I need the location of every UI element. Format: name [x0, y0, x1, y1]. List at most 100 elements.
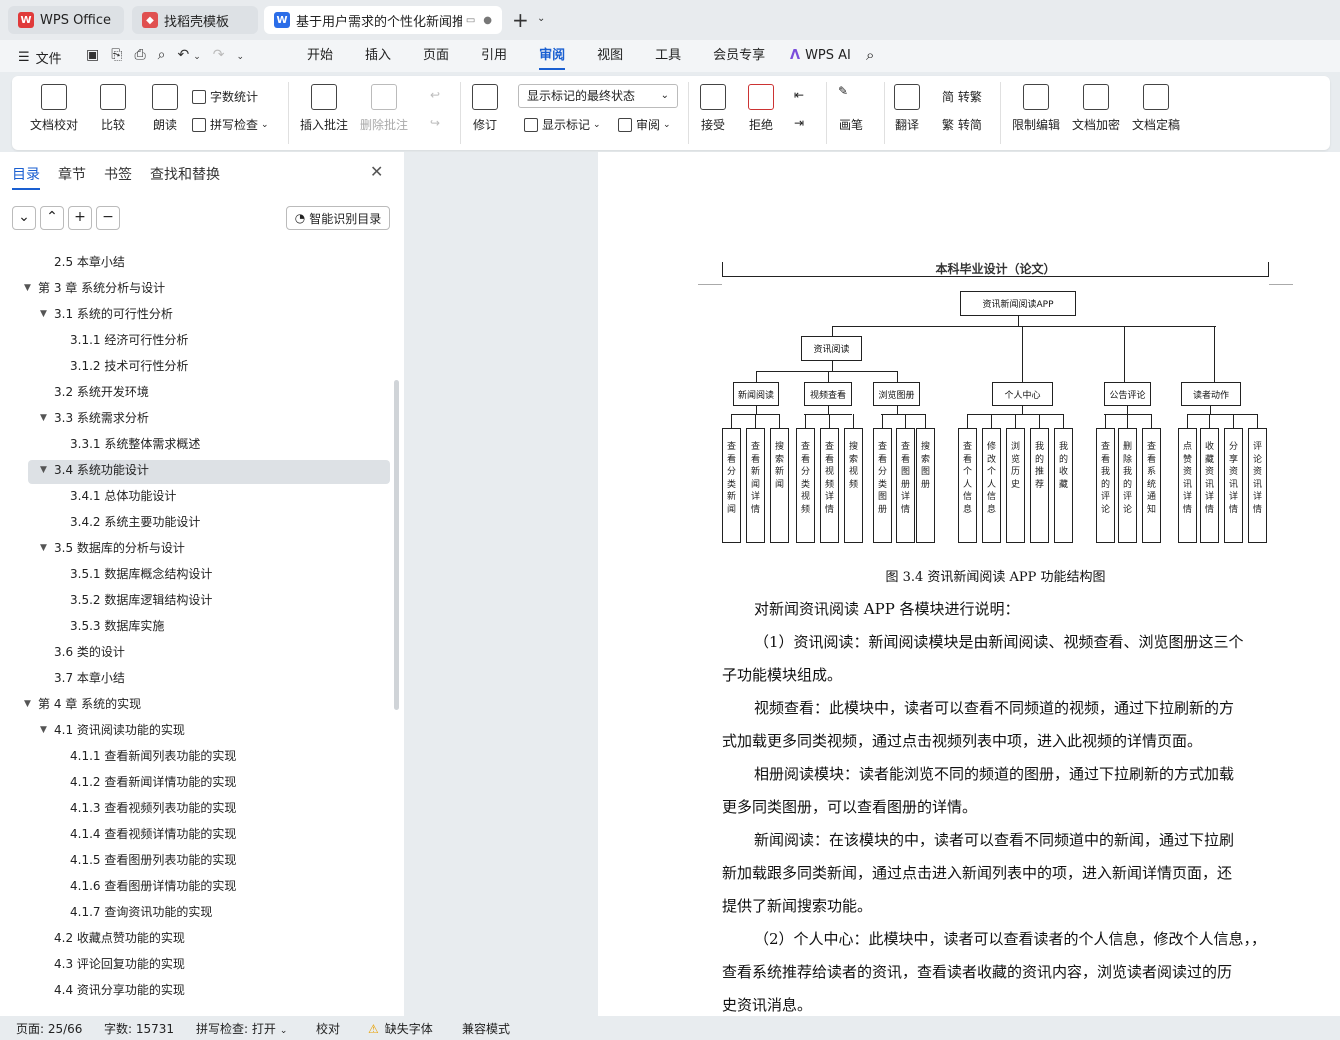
search-icon[interactable]: ⌕: [866, 46, 874, 64]
close-icon[interactable]: ✕: [370, 162, 383, 181]
read-aloud-button[interactable]: 朗读: [152, 84, 178, 133]
toc-item[interactable]: 4.1.5 查看图册列表功能的实现: [70, 848, 236, 872]
accept-button[interactable]: 接受: [700, 84, 726, 133]
export-icon[interactable]: ⎘: [111, 47, 122, 67]
toc-item[interactable]: 3.1 系统的可行性分析: [54, 302, 173, 326]
toc-item[interactable]: 3.5 数据库的分析与设计: [54, 536, 185, 560]
compare-button[interactable]: 比较: [100, 84, 126, 133]
smart-toc-button[interactable]: ◔ 智能识别目录: [286, 206, 390, 230]
tab-toc[interactable]: 目录: [12, 164, 40, 190]
toc-item[interactable]: 4.1.2 查看新闻详情功能的实现: [70, 770, 236, 794]
monitor-icon[interactable]: ▭: [466, 15, 475, 26]
finalize-document-button[interactable]: 文档定稿: [1132, 84, 1180, 133]
tab-bookmarks[interactable]: 书签: [104, 164, 132, 184]
remove-heading-button[interactable]: −: [96, 206, 120, 230]
toc-item[interactable]: 3.7 本章小结: [54, 666, 125, 690]
menu-home[interactable]: 开始: [307, 40, 333, 72]
toc-item[interactable]: 3.2 系统开发环境: [54, 380, 149, 404]
toc-item[interactable]: 3.4.1 总体功能设计: [70, 484, 176, 508]
ink-button[interactable]: ✎ 画笔: [838, 84, 864, 133]
toc-item[interactable]: 4.1 资讯阅读功能的实现: [54, 718, 185, 742]
toc-item[interactable]: 第 3 章 系统分析与设计: [38, 276, 165, 300]
file-menu[interactable]: ☰ 文件: [18, 48, 62, 67]
to-traditional-button[interactable]: 简 转繁: [942, 88, 982, 105]
spell-check-button[interactable]: 拼写检查 ⌄: [192, 116, 269, 133]
next-change-icon[interactable]: ⇥: [794, 116, 804, 130]
toc-item[interactable]: 3.6 类的设计: [54, 640, 125, 664]
reject-button[interactable]: 拒绝: [748, 84, 774, 133]
tab-current-document[interactable]: W 基于用户需求的个性化新闻推荐 ▭ ●: [264, 6, 502, 34]
toc-item[interactable]: 3.1.2 技术可行性分析: [70, 354, 188, 378]
toc-collapse-arrow-icon[interactable]: ▼: [40, 406, 47, 430]
previous-comment-icon[interactable]: ↩: [430, 88, 440, 102]
toc-scrollbar[interactable]: [394, 380, 399, 710]
toc-collapse-arrow-icon[interactable]: ▼: [40, 718, 47, 742]
toc-collapse-arrow-icon[interactable]: ▼: [24, 276, 31, 300]
tab-list-chevron-icon[interactable]: ⌄: [537, 13, 545, 24]
translate-button[interactable]: 翻译: [894, 84, 920, 133]
toc-item[interactable]: 4.1.3 查看视频列表功能的实现: [70, 796, 236, 820]
undo-dropdown-icon[interactable]: ⌄: [193, 47, 201, 67]
toc-collapse-arrow-icon[interactable]: ▼: [24, 692, 31, 716]
toc-item[interactable]: 3.4.2 系统主要功能设计: [70, 510, 200, 534]
toc-item[interactable]: 3.3.1 系统整体需求概述: [70, 432, 200, 456]
unsaved-dot-icon[interactable]: ●: [483, 15, 492, 26]
tab-chapters[interactable]: 章节: [58, 164, 86, 184]
menu-page[interactable]: 页面: [423, 40, 449, 72]
toc-item[interactable]: 3.3 系统需求分析: [54, 406, 149, 430]
toc-collapse-arrow-icon[interactable]: ▼: [40, 536, 47, 560]
next-comment-icon[interactable]: ↪: [430, 116, 440, 130]
toc-item[interactable]: 4.4 资讯分享功能的实现: [54, 978, 185, 1002]
toc-item[interactable]: 4.2 收藏点赞功能的实现: [54, 926, 185, 950]
previous-change-icon[interactable]: ⇤: [794, 88, 804, 102]
to-simplified-button[interactable]: 繁 转简: [942, 116, 982, 133]
track-changes-button[interactable]: 修订: [472, 84, 498, 133]
redo-icon[interactable]: ↷: [213, 47, 225, 67]
toc-collapse-arrow-icon[interactable]: ▼: [40, 458, 47, 482]
more-dropdown-icon[interactable]: ⌄: [237, 47, 245, 67]
toc-item[interactable]: 2.5 本章小结: [54, 250, 125, 274]
toc-item[interactable]: 4.1.1 查看新闻列表功能的实现: [70, 744, 236, 768]
restrict-editing-button[interactable]: 限制编辑: [1012, 84, 1060, 133]
show-markup-button[interactable]: 显示标记 ⌄: [524, 116, 601, 133]
new-tab-plus-icon[interactable]: +: [512, 8, 529, 32]
menu-member[interactable]: 会员专享: [713, 40, 765, 72]
tab-wps-office[interactable]: W WPS Office: [8, 6, 124, 34]
menu-view[interactable]: 视图: [597, 40, 623, 72]
undo-icon[interactable]: ↶: [177, 47, 189, 67]
insert-comment-button[interactable]: 插入批注: [300, 84, 348, 133]
missing-font-indicator[interactable]: ⚠ 缺失字体: [368, 1020, 433, 1037]
word-count-button[interactable]: 字数统计: [192, 88, 258, 105]
review-pane-button[interactable]: 审阅 ⌄: [618, 116, 671, 133]
markup-state-select[interactable]: 显示标记的最终状态 ⌄: [518, 84, 678, 108]
tab-find-replace[interactable]: 查找和替换: [150, 164, 220, 184]
tab-docer-templates[interactable]: ◆ 找稻壳模板: [132, 6, 258, 34]
save-icon[interactable]: ▣: [86, 47, 99, 67]
toc-item[interactable]: 3.5.2 数据库逻辑结构设计: [70, 588, 212, 612]
print-icon[interactable]: ⎙: [134, 47, 145, 67]
toc-item[interactable]: 4.1.7 查询资讯功能的实现: [70, 900, 212, 924]
add-heading-button[interactable]: +: [68, 206, 92, 230]
print-preview-icon[interactable]: ⌕: [158, 47, 166, 67]
toc-item[interactable]: 4.3 评论回复功能的实现: [54, 952, 185, 976]
toc-item[interactable]: 3.1.1 经济可行性分析: [70, 328, 188, 352]
spell-check-indicator[interactable]: 拼写检查: 打开 ⌄: [196, 1020, 287, 1037]
toc-item[interactable]: 3.5.3 数据库实施: [70, 614, 164, 638]
collapse-up-button[interactable]: ⌃: [40, 206, 64, 230]
wps-ai-button[interactable]: ᐱ WPS AI: [790, 48, 851, 63]
page-indicator[interactable]: 页面: 25/66: [16, 1020, 82, 1037]
encrypt-document-button[interactable]: 文档加密: [1072, 84, 1120, 133]
expand-down-button[interactable]: ⌄: [12, 206, 36, 230]
toc-item[interactable]: 第 4 章 系统的实现: [38, 692, 141, 716]
proofread-indicator[interactable]: 校对: [316, 1020, 340, 1037]
menu-references[interactable]: 引用: [481, 40, 507, 72]
proofread-button[interactable]: 文档校对: [30, 84, 78, 133]
toc-item[interactable]: 3.4 系统功能设计: [54, 458, 149, 482]
toc-item[interactable]: 4.1.6 查看图册详情功能的实现: [70, 874, 236, 898]
word-count-indicator[interactable]: 字数: 15731: [104, 1020, 174, 1037]
toc-item[interactable]: 4.1.4 查看视频详情功能的实现: [70, 822, 236, 846]
menu-tools[interactable]: 工具: [655, 40, 681, 72]
delete-comment-button[interactable]: 删除批注: [360, 84, 408, 133]
toc-item[interactable]: 3.5.1 数据库概念结构设计: [70, 562, 212, 586]
menu-review[interactable]: 审阅: [539, 40, 566, 72]
